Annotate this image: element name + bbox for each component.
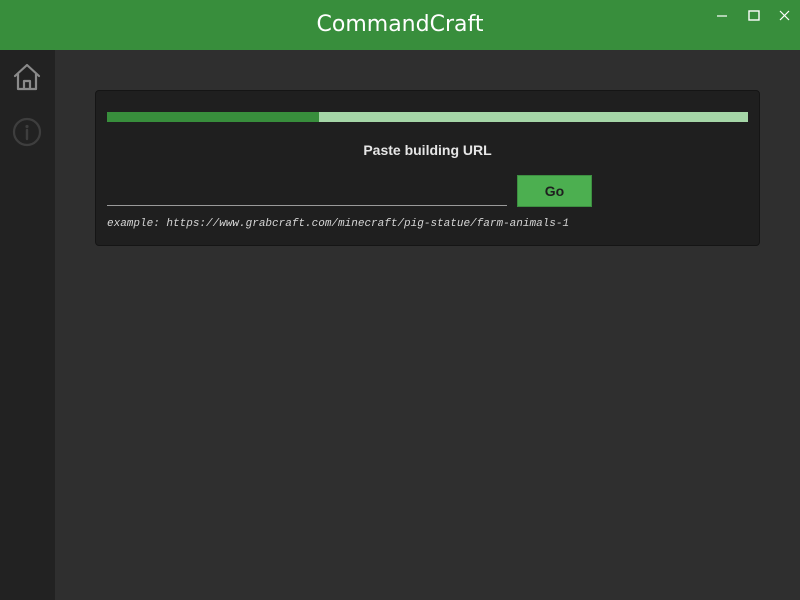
- app-title: CommandCraft: [316, 12, 484, 37]
- go-button[interactable]: Go: [517, 175, 592, 207]
- sidebar-item-info[interactable]: [12, 117, 42, 147]
- url-input[interactable]: [107, 176, 507, 206]
- close-icon: [779, 10, 790, 21]
- title-bar: CommandCraft: [0, 0, 800, 50]
- minimize-icon: [717, 15, 727, 17]
- prompt-label: Paste building URL: [363, 142, 492, 158]
- url-card: Paste building URL Go example: https://w…: [95, 90, 760, 246]
- progress-bar: [107, 112, 748, 122]
- maximize-button[interactable]: [744, 6, 764, 26]
- close-button[interactable]: [774, 6, 794, 26]
- minimize-button[interactable]: [712, 6, 732, 26]
- sidebar-item-home[interactable]: [12, 62, 42, 92]
- progress-fill: [107, 112, 319, 122]
- example-text: example: https://www.grabcraft.com/minec…: [107, 218, 570, 230]
- maximize-icon: [748, 10, 760, 21]
- home-icon: [13, 63, 41, 91]
- info-icon: [12, 117, 42, 147]
- sidebar: [0, 50, 55, 600]
- main-content: Paste building URL Go example: https://w…: [55, 50, 800, 600]
